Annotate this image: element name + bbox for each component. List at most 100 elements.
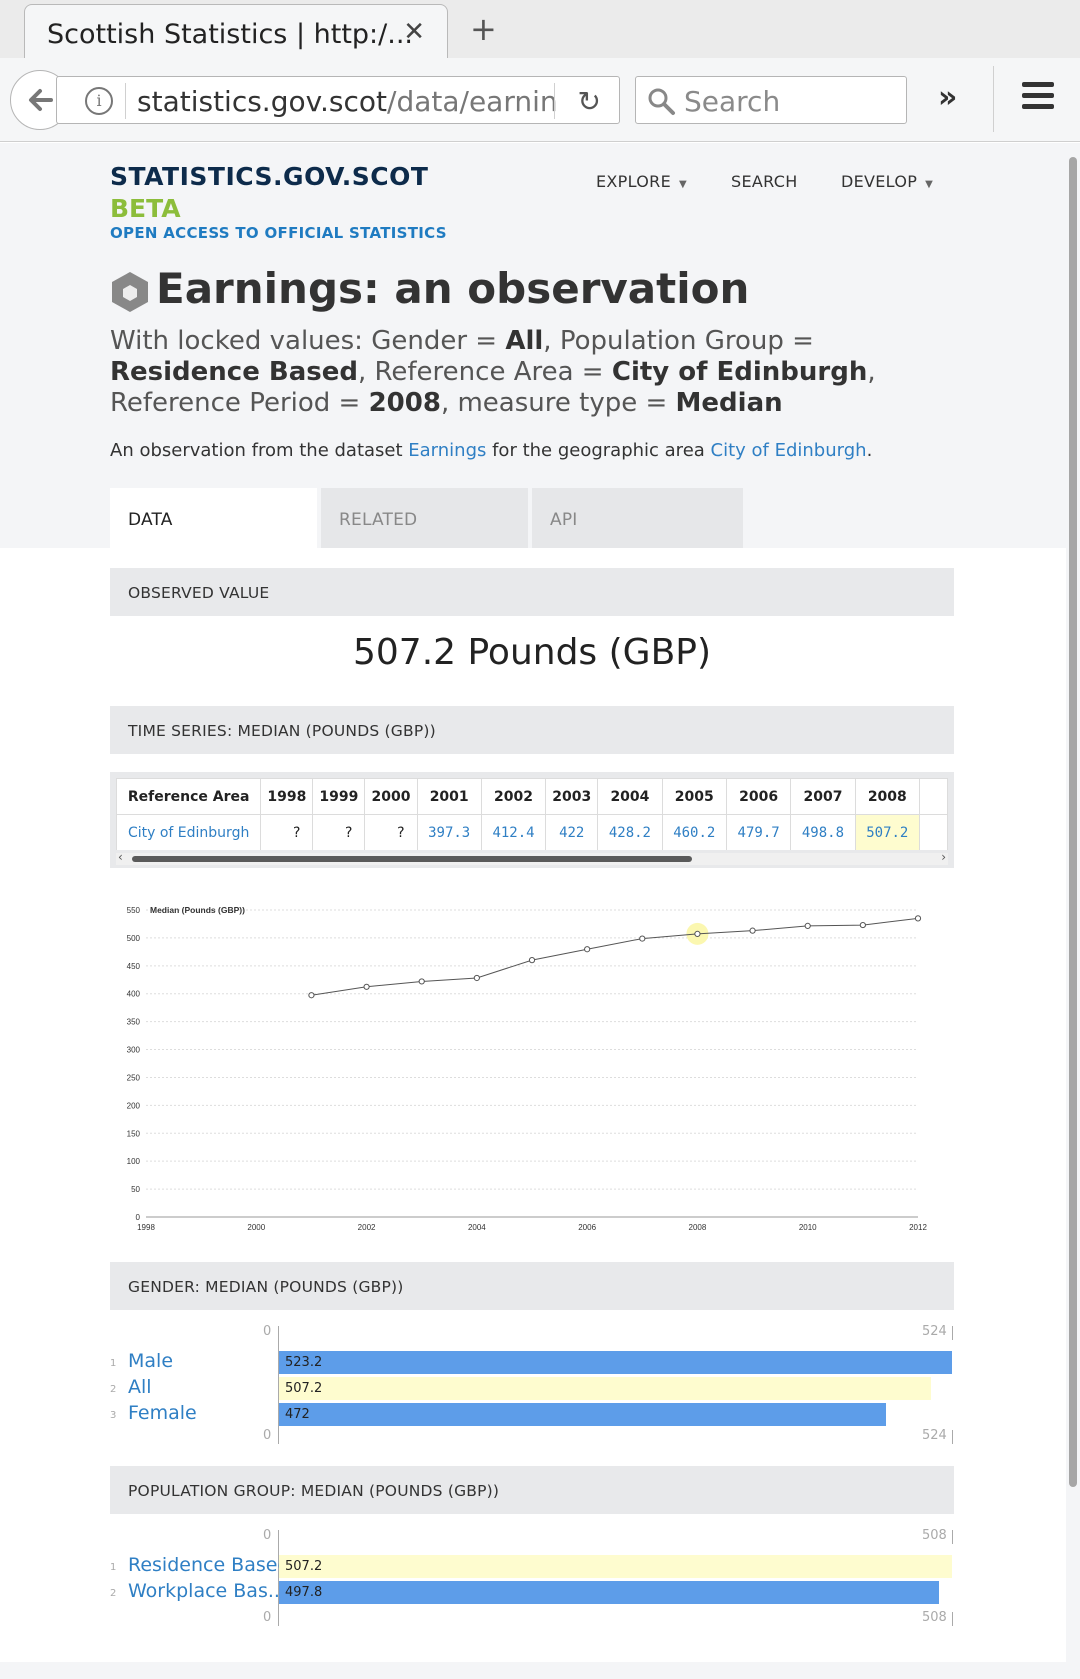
axis-max-top: 524 <box>922 1324 947 1339</box>
axis-line <box>952 1326 953 1340</box>
tab-related-label: RELATED <box>339 510 418 530</box>
table-scrollbar-thumb[interactable] <box>132 856 692 862</box>
nav-explore[interactable]: EXPLORE ▼ <box>596 172 687 191</box>
series-line <box>311 917 919 996</box>
caret-down-icon: ▼ <box>925 179 934 190</box>
y-tick-label: 250 <box>127 1073 141 1082</box>
table-cell: ? <box>260 814 314 850</box>
y-tick-label: 550 <box>127 906 141 915</box>
x-tick-label: 1998 <box>137 1223 155 1232</box>
tab-api-label: API <box>550 510 578 530</box>
table-cell-current[interactable]: 507.2 <box>854 814 920 850</box>
year-header: 2003 <box>545 778 599 815</box>
bar-label-link[interactable]: Residence Based <box>128 1554 290 1576</box>
page-scrollbar[interactable] <box>1066 143 1080 1679</box>
intro-text: An observation from the dataset Earnings… <box>110 440 872 461</box>
menu-icon[interactable] <box>1022 82 1054 110</box>
year-header-overflow <box>918 778 948 815</box>
data-point <box>804 922 811 930</box>
axis-max-top: 508 <box>922 1528 947 1543</box>
data-point <box>914 915 922 922</box>
browser-tab[interactable]: Scottish Statistics | http:/... ✕ <box>24 4 448 58</box>
locked-population-group: Residence Based <box>110 357 358 387</box>
table-cell-link[interactable]: 498.8 <box>790 814 856 850</box>
axis-max-bottom: 524 <box>922 1428 947 1443</box>
table-cell-link[interactable]: 397.3 <box>416 814 482 850</box>
year-header: 2005 <box>661 778 727 815</box>
reload-icon[interactable]: ↻ <box>578 85 601 118</box>
data-point <box>528 957 536 964</box>
time-series-table[interactable]: Reference Area 1998 1999 2000 2001 2002 … <box>116 778 948 850</box>
tab-data[interactable]: DATA <box>110 488 317 548</box>
population-bar-chart: 0 508 0 508 1 Residence Based 507.2 2 Workplace … <box>110 1528 954 1626</box>
tab-data-label: DATA <box>128 510 173 530</box>
bar: 472 <box>279 1403 887 1426</box>
bar-index: 2 <box>110 1588 117 1599</box>
locked-pop-prefix: , Population Group = <box>543 326 814 356</box>
section-gender: GENDER: MEDIAN (POUNDS (GBP)) <box>110 1262 954 1310</box>
nav-search[interactable]: SEARCH <box>731 172 798 191</box>
chart-title: Median (Pounds (GBP)) <box>150 905 245 915</box>
row-area-link[interactable]: City of Edinburgh <box>116 814 262 850</box>
page-title: Earnings: an observation <box>110 264 749 314</box>
bar: 507.2 <box>279 1555 952 1578</box>
nav-search-label: SEARCH <box>731 172 798 191</box>
bar-label-link[interactable]: Female <box>128 1402 197 1424</box>
new-tab-icon[interactable]: + <box>470 10 497 48</box>
locked-reference-period: 2008 <box>368 388 441 418</box>
area-link[interactable]: City of Edinburgh <box>711 440 867 461</box>
y-tick-label: 500 <box>127 934 141 943</box>
browser-search-input[interactable]: Search <box>635 76 907 124</box>
bar-index: 1 <box>110 1358 117 1369</box>
site-brand[interactable]: STATISTICS.GOV.SCOT <box>110 162 428 191</box>
year-header: 1998 <box>260 778 314 815</box>
page-scrollbar-thumb[interactable] <box>1069 157 1077 1487</box>
bar-label-link[interactable]: All <box>128 1376 152 1398</box>
bar: 497.8 <box>279 1581 940 1604</box>
table-cell-link[interactable]: 412.4 <box>480 814 547 850</box>
data-point <box>584 946 591 953</box>
y-tick-label: 200 <box>127 1101 141 1110</box>
table-cell-overflow <box>918 814 948 850</box>
close-tab-icon[interactable]: ✕ <box>403 17 425 47</box>
section-time-series: TIME SERIES: MEDIAN (POUNDS (GBP)) <box>110 706 954 754</box>
url-text[interactable]: statistics.gov.scot/data/earnin <box>137 85 558 118</box>
bar-label-link[interactable]: Workplace Bas... <box>128 1580 286 1602</box>
nav-develop[interactable]: DEVELOP ▼ <box>841 172 933 191</box>
url-separator-2 <box>554 83 555 119</box>
locked-values: With locked values: Gender = All, Popula… <box>110 326 930 419</box>
tab-title: Scottish Statistics | http:/... <box>47 19 413 50</box>
time-series-table-wrapper: Reference Area 1998 1999 2000 2001 2002 … <box>110 772 954 868</box>
year-header: 2004 <box>597 778 663 815</box>
site-info-icon[interactable]: i <box>85 87 113 115</box>
scroll-left-icon[interactable]: ‹ <box>118 850 123 864</box>
scroll-right-icon[interactable]: › <box>941 850 946 864</box>
bar-label-link[interactable]: Male <box>128 1350 173 1372</box>
year-header: 2008 <box>854 778 920 815</box>
time-series-header-row: Reference Area 1998 1999 2000 2001 2002 … <box>116 778 948 815</box>
tab-related[interactable]: RELATED <box>321 488 528 548</box>
axis-line <box>952 1612 953 1626</box>
y-tick-label: 300 <box>127 1046 141 1055</box>
y-tick-label: 400 <box>127 990 141 999</box>
table-cell-link[interactable]: 422 <box>545 814 599 850</box>
dataset-link[interactable]: Earnings <box>408 440 486 461</box>
table-horizontal-scrollbar[interactable]: ‹ › <box>116 850 948 865</box>
url-bar[interactable]: i statistics.gov.scot/data/earnin ↻ <box>56 76 620 124</box>
nav-explore-label: EXPLORE <box>596 172 671 191</box>
axis-max-bottom: 508 <box>922 1610 947 1625</box>
tab-api[interactable]: API <box>532 488 743 548</box>
table-cell-link[interactable]: 460.2 <box>661 814 727 850</box>
url-separator <box>125 83 126 119</box>
x-tick-label: 2002 <box>358 1223 376 1232</box>
beta-badge: BETA <box>110 194 181 223</box>
browser-toolbar: i statistics.gov.scot/data/earnin ↻ Sear… <box>0 58 1080 142</box>
locked-reference-area: City of Edinburgh <box>611 357 868 387</box>
table-cell-link[interactable]: 479.7 <box>725 814 792 850</box>
table-cell: ? <box>312 814 366 850</box>
y-tick-label: 350 <box>127 1018 141 1027</box>
overflow-chevron-icon[interactable]: » <box>938 80 957 115</box>
table-cell-link[interactable]: 428.2 <box>597 814 663 850</box>
locked-area-prefix: , Reference Area = <box>357 357 612 387</box>
search-icon <box>648 88 675 115</box>
